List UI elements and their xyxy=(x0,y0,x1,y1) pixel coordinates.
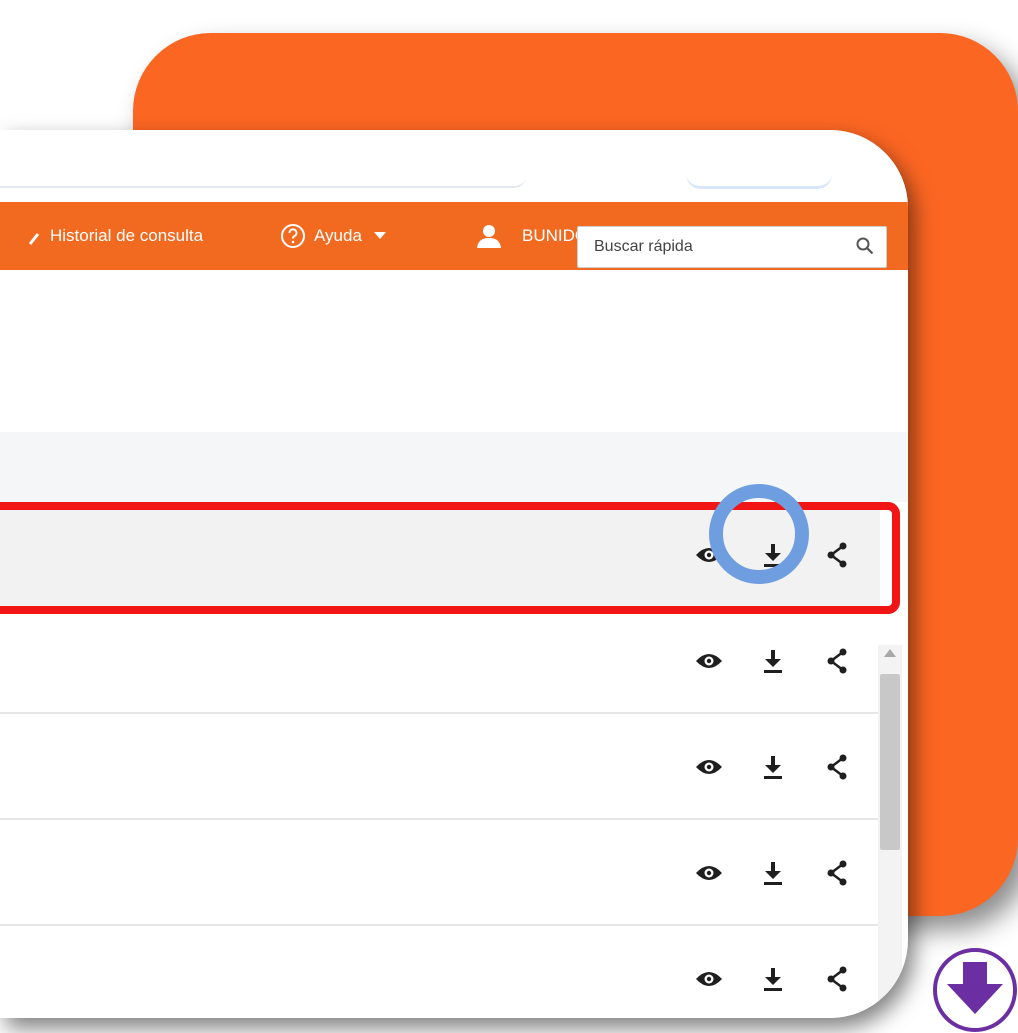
view-button[interactable] xyxy=(690,856,728,890)
screenshot-panel: Historial de consulta Ayuda BUNIDOS PRUE… xyxy=(0,130,908,1018)
history-search-icon xyxy=(28,233,40,245)
table-row[interactable] xyxy=(0,820,880,926)
download-button[interactable] xyxy=(754,538,792,572)
share-button[interactable] xyxy=(818,750,856,784)
eye-icon xyxy=(696,866,722,880)
eye-icon xyxy=(696,654,722,668)
download-button[interactable] xyxy=(754,750,792,784)
chevron-down-icon xyxy=(373,232,386,239)
row-actions xyxy=(690,538,856,572)
download-button[interactable] xyxy=(754,644,792,678)
toolbar xyxy=(0,270,908,432)
nav-history-link[interactable]: Historial de consulta xyxy=(28,202,203,270)
row-actions xyxy=(690,644,856,678)
eye-icon xyxy=(696,760,722,774)
share-icon xyxy=(827,754,847,780)
download-icon xyxy=(764,756,782,779)
share-button[interactable] xyxy=(818,856,856,890)
top-button[interactable] xyxy=(686,174,832,189)
row-actions xyxy=(690,962,856,996)
table-header xyxy=(0,432,908,502)
download-icon xyxy=(764,968,782,991)
download-icon xyxy=(764,650,782,673)
view-button[interactable] xyxy=(690,750,728,784)
view-button[interactable] xyxy=(690,962,728,996)
user-icon xyxy=(477,225,501,248)
share-button[interactable] xyxy=(818,538,856,572)
view-button[interactable] xyxy=(690,538,728,572)
download-badge xyxy=(933,948,1017,1032)
nav-help-menu[interactable]: Ayuda xyxy=(280,202,386,270)
document-list xyxy=(0,502,880,1018)
download-icon xyxy=(764,862,782,885)
download-button[interactable] xyxy=(754,856,792,890)
table-row[interactable] xyxy=(0,926,880,1018)
table-row[interactable] xyxy=(0,502,880,608)
table-row[interactable] xyxy=(0,608,880,714)
quick-search-input[interactable] xyxy=(578,227,848,267)
download-icon xyxy=(764,544,782,567)
table-row[interactable] xyxy=(0,714,880,820)
scrollbar-thumb[interactable] xyxy=(880,674,900,850)
nav-help-label: Ayuda xyxy=(314,226,362,245)
row-actions xyxy=(690,750,856,784)
quick-search xyxy=(577,226,887,268)
share-icon xyxy=(827,648,847,674)
view-button[interactable] xyxy=(690,644,728,678)
share-icon xyxy=(827,966,847,992)
help-circle-icon xyxy=(281,224,305,248)
top-search-field[interactable] xyxy=(0,172,526,188)
share-button[interactable] xyxy=(818,644,856,678)
search-icon[interactable] xyxy=(856,237,874,255)
top-strip xyxy=(0,130,908,200)
scroll-up-arrow[interactable] xyxy=(884,649,896,657)
share-icon xyxy=(827,542,847,568)
share-button[interactable] xyxy=(818,962,856,996)
share-icon xyxy=(827,860,847,886)
row-actions xyxy=(690,856,856,890)
nav-history-label: Historial de consulta xyxy=(50,226,204,245)
arrow-down-icon xyxy=(947,962,1003,1014)
eye-icon xyxy=(696,972,722,986)
download-button[interactable] xyxy=(754,962,792,996)
eye-icon xyxy=(696,548,722,562)
